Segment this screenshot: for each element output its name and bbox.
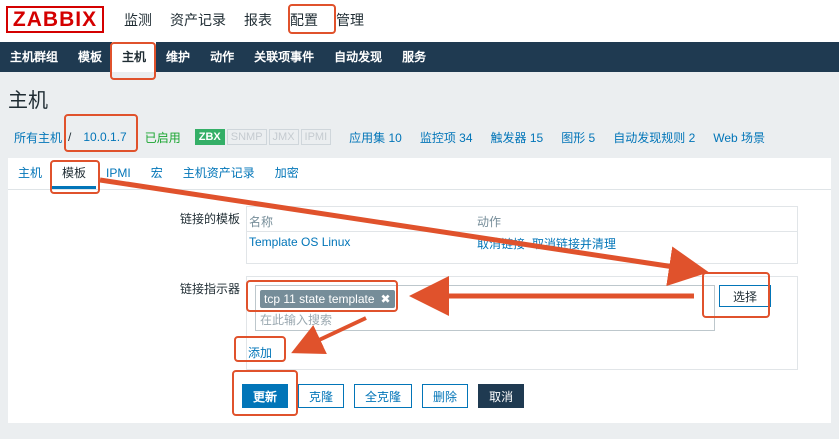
select-template-button[interactable]: 选择 <box>719 285 771 307</box>
tab-inventory[interactable]: 主机资产记录 <box>173 158 265 189</box>
form-actions: 更新 克隆 全克隆 删除 取消 <box>242 384 534 408</box>
tag-zbx: ZBX <box>194 129 225 145</box>
main-menu: 监测 资产记录 报表 配置 管理 <box>118 0 376 42</box>
template-name-link[interactable]: Template OS Linux <box>249 235 350 249</box>
submenu-templates[interactable]: 模板 <box>68 42 112 72</box>
submenu-hosts[interactable]: 主机 <box>112 42 157 72</box>
top-header: ZABBIX 监测 资产记录 报表 配置 管理 <box>0 0 839 42</box>
breadcrumb-separator: / <box>68 130 72 144</box>
cancel-button[interactable]: 取消 <box>478 384 525 408</box>
menu-inventory[interactable]: 资产记录 <box>164 0 232 42</box>
link-applications[interactable]: 应用集 10 <box>349 129 402 146</box>
breadcrumb-all-hosts[interactable]: 所有主机 <box>14 129 62 146</box>
link-indicator-label: 链接指示器 <box>179 282 240 296</box>
host-status-enabled[interactable]: 已启用 <box>145 129 181 146</box>
link-web-scenarios[interactable]: Web 场景 <box>713 129 765 146</box>
remove-chip-icon[interactable]: ✖ <box>381 290 391 308</box>
table-divider <box>247 231 797 232</box>
tab-encryption[interactable]: 加密 <box>265 158 309 189</box>
link-triggers[interactable]: 触发器 15 <box>491 129 544 146</box>
tag-ipmi: IPMI <box>300 129 332 145</box>
zabbix-logo[interactable]: ZABBIX <box>6 6 104 33</box>
tab-ipmi[interactable]: IPMI <box>96 158 141 189</box>
template-search-input[interactable] <box>260 312 700 328</box>
chip-label: tcp 11 state template <box>264 292 375 306</box>
tag-snmp: SNMP <box>226 129 267 145</box>
page-title: 主机 <box>8 90 48 112</box>
submenu-actions[interactable]: 动作 <box>200 42 244 72</box>
tab-templates[interactable]: 模板 <box>52 158 97 189</box>
host-breadcrumb: 所有主机 / 10.0.1.7 已启用 ZBX SNMP JMX IPMI 应用… <box>0 118 839 156</box>
menu-monitoring[interactable]: 监测 <box>118 0 158 42</box>
tab-host[interactable]: 主机 <box>8 158 52 189</box>
submenu-maintenance[interactable]: 维护 <box>156 42 200 72</box>
link-items[interactable]: 监控项 34 <box>420 129 473 146</box>
submenu-event-correlation[interactable]: 关联项事件 <box>244 42 324 72</box>
submenu-host-groups[interactable]: 主机群组 <box>0 42 68 72</box>
add-template-link[interactable]: 添加 <box>248 344 272 361</box>
sub-menu: 主机群组 模板 主机 维护 动作 关联项事件 自动发现 服务 <box>0 42 839 72</box>
submenu-discovery[interactable]: 自动发现 <box>324 42 392 72</box>
link-indicator-box: tcp 11 state template ✖ 选择 <box>246 276 798 370</box>
unlink-and-clear-link[interactable]: 取消链接并清理 <box>532 235 616 252</box>
col-name-header: 名称 <box>249 215 274 229</box>
host-tabs: 主机 模板 IPMI 宏 主机资产记录 加密 <box>8 158 831 190</box>
tab-macros[interactable]: 宏 <box>141 158 173 189</box>
template-multiselect[interactable]: tcp 11 state template ✖ <box>255 285 715 331</box>
linked-templates-table: 名称 动作 Template OS Linux 取消链接 取消链接并清理 <box>246 206 798 264</box>
breadcrumb-host-ip[interactable]: 10.0.1.7 <box>77 127 132 147</box>
selected-template-chip[interactable]: tcp 11 state template ✖ <box>260 290 395 308</box>
tag-jmx: JMX <box>268 129 299 145</box>
clone-button[interactable]: 克隆 <box>298 384 345 408</box>
availability-tags: ZBX SNMP JMX IPMI <box>194 129 333 145</box>
link-graphs[interactable]: 图形 5 <box>561 129 595 146</box>
unlink-link[interactable]: 取消链接 <box>477 235 525 252</box>
full-clone-button[interactable]: 全克隆 <box>354 384 413 408</box>
menu-administration[interactable]: 管理 <box>330 0 370 42</box>
link-discovery-rules[interactable]: 自动发现规则 2 <box>613 129 695 146</box>
update-button[interactable]: 更新 <box>242 384 289 408</box>
submenu-services[interactable]: 服务 <box>392 42 436 72</box>
menu-reports[interactable]: 报表 <box>238 0 278 42</box>
menu-configuration[interactable]: 配置 <box>284 0 324 42</box>
linked-templates-label: 链接的模板 <box>179 212 240 226</box>
template-form: 链接的模板 名称 动作 Template OS Linux 取消链接 取消链接并… <box>8 190 831 423</box>
delete-button[interactable]: 删除 <box>422 384 469 408</box>
col-action-header: 动作 <box>477 215 502 229</box>
